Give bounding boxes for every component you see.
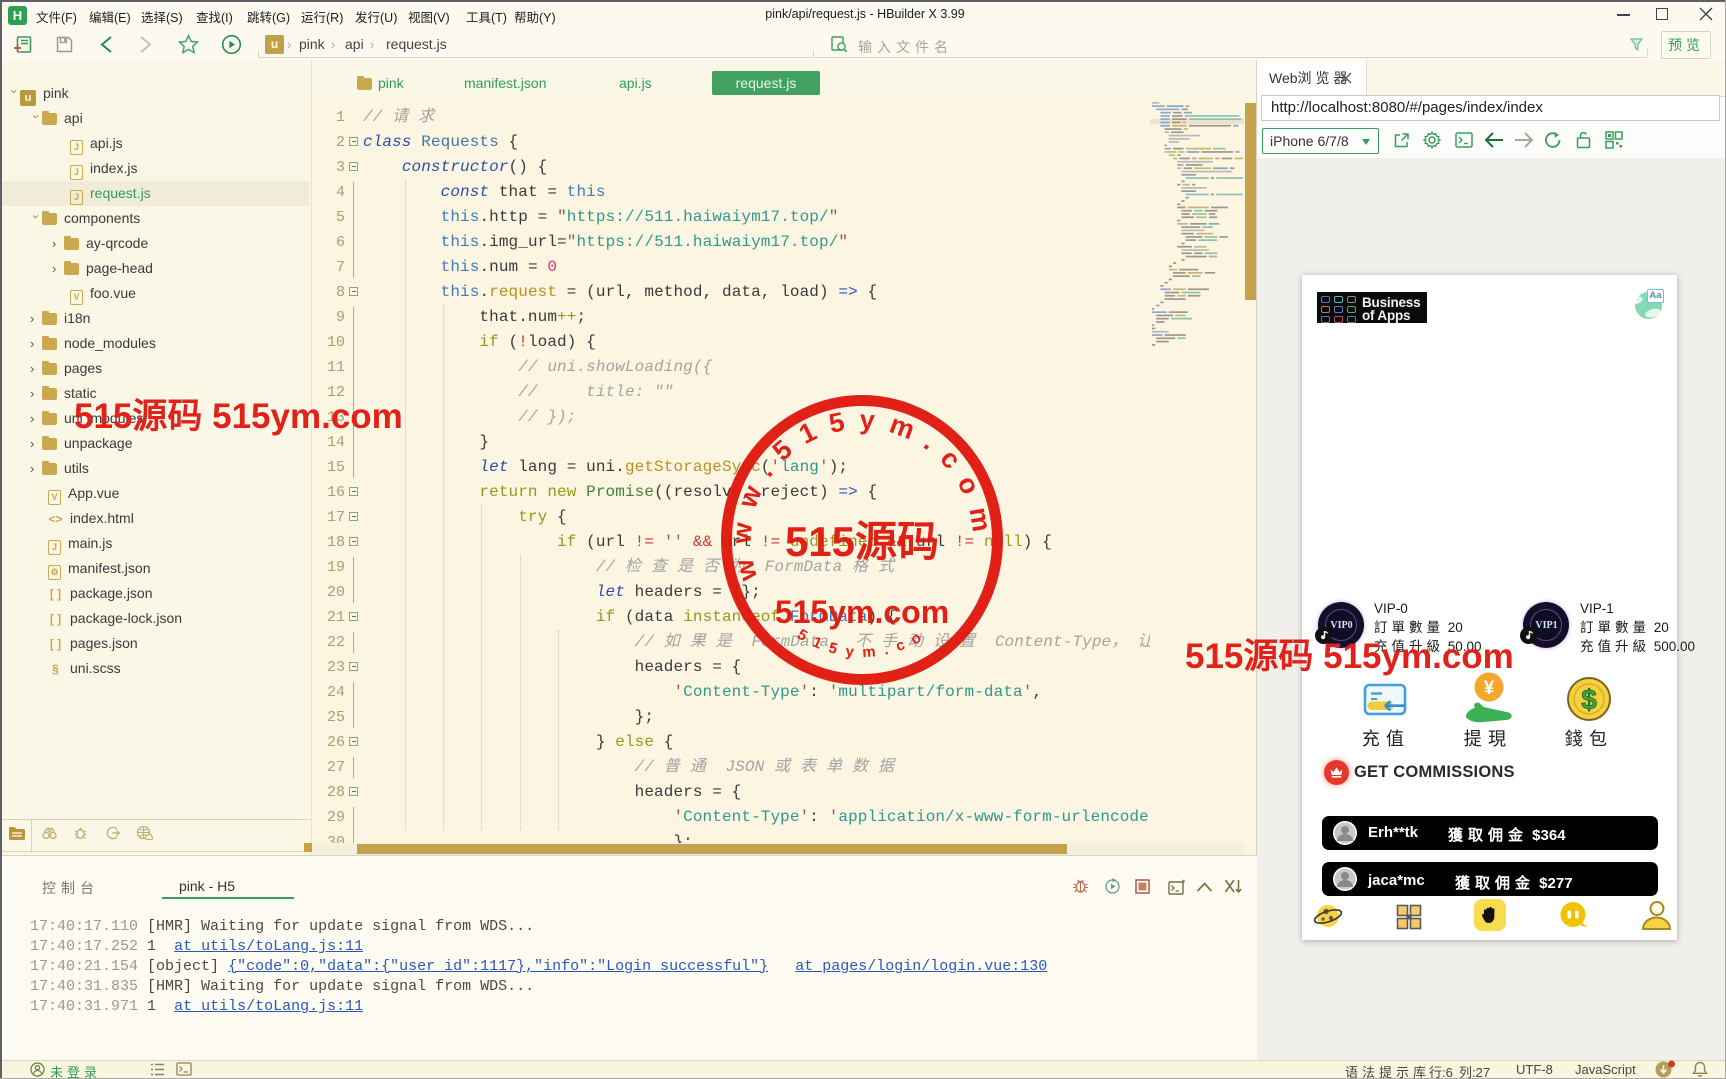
svg-text:$: $ [1581, 684, 1597, 715]
svg-text:515源码: 515源码 [785, 518, 939, 565]
svg-text:¥: ¥ [1484, 678, 1495, 699]
svg-text:515ym.com: 515ym.com [775, 594, 949, 630]
